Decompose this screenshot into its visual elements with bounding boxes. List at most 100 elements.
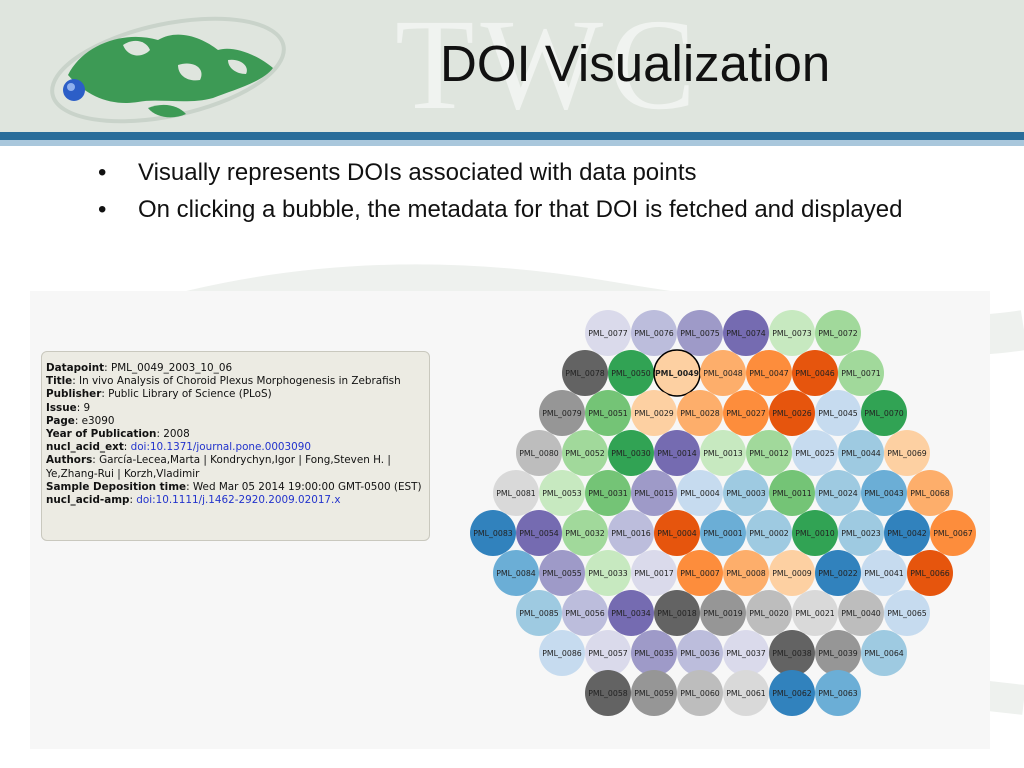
doi-bubble[interactable]: PML_0073 <box>769 310 815 356</box>
doi-bubble[interactable]: PML_0014 <box>654 430 700 476</box>
doi-bubble[interactable]: PML_0052 <box>562 430 608 476</box>
doi-bubble[interactable]: PML_0057 <box>585 630 631 676</box>
doi-bubble[interactable]: PML_0077 <box>585 310 631 356</box>
doi-bubble[interactable]: PML_0008 <box>723 550 769 596</box>
doi-bubble[interactable]: PML_0030 <box>608 430 654 476</box>
doi-bubble-label: PML_0033 <box>588 569 628 578</box>
doi-bubble[interactable]: PML_0018 <box>654 590 700 636</box>
doi-bubble[interactable]: PML_0002 <box>746 510 792 556</box>
doi-bubble-label: PML_0014 <box>657 449 697 458</box>
doi-bubble[interactable]: PML_0003 <box>723 470 769 516</box>
doi-bubble[interactable]: PML_0085 <box>516 590 562 636</box>
doi-bubble[interactable]: PML_0040 <box>838 590 884 636</box>
doi-bubble[interactable]: PML_0004 <box>677 470 723 516</box>
metadata-key: Publisher <box>46 388 102 401</box>
doi-bubble[interactable]: PML_0026 <box>769 390 815 436</box>
doi-bubble[interactable]: PML_0062 <box>769 670 815 716</box>
doi-bubble[interactable]: PML_0036 <box>677 630 723 676</box>
doi-bubble[interactable]: PML_0071 <box>838 350 884 396</box>
doi-bubble[interactable]: PML_0061 <box>723 670 769 716</box>
doi-bubble[interactable]: PML_0010 <box>792 510 838 556</box>
doi-bubble[interactable]: PML_0046 <box>792 350 838 396</box>
doi-bubble[interactable]: PML_0080 <box>516 430 562 476</box>
doi-amp-link[interactable]: doi:10.1111/j.1462-2920.2009.02017.x <box>136 494 340 506</box>
doi-bubble[interactable]: PML_0079 <box>539 390 585 436</box>
doi-bubble[interactable]: PML_0012 <box>746 430 792 476</box>
doi-bubble[interactable]: PML_0074 <box>723 310 769 356</box>
doi-ext-link[interactable]: doi:10.1371/journal.pone.0003090 <box>131 441 311 453</box>
doi-bubble[interactable]: PML_0042 <box>884 510 930 556</box>
doi-bubble[interactable]: PML_0034 <box>608 590 654 636</box>
doi-bubble[interactable]: PML_0045 <box>815 390 861 436</box>
doi-bubble[interactable]: PML_0084 <box>493 550 539 596</box>
doi-bubble[interactable]: PML_0050 <box>608 350 654 396</box>
doi-bubble[interactable]: PML_0032 <box>562 510 608 556</box>
doi-bubble[interactable]: PML_0048 <box>700 350 746 396</box>
doi-bubble[interactable]: PML_0033 <box>585 550 631 596</box>
doi-bubble[interactable]: PML_0063 <box>815 670 861 716</box>
doi-bubble[interactable]: PML_0021 <box>792 590 838 636</box>
doi-bubble[interactable]: PML_0081 <box>493 470 539 516</box>
doi-bubble[interactable]: PML_0075 <box>677 310 723 356</box>
doi-bubble[interactable]: PML_0038 <box>769 630 815 676</box>
doi-bubble[interactable]: PML_0049 <box>653 349 701 397</box>
doi-bubble[interactable]: PML_0023 <box>838 510 884 556</box>
metadata-key: Sample Deposition time <box>46 480 187 493</box>
doi-bubble-label: PML_0053 <box>542 489 582 498</box>
doi-bubble[interactable]: PML_0069 <box>884 430 930 476</box>
doi-bubble[interactable]: PML_0078 <box>562 350 608 396</box>
doi-bubble[interactable]: PML_0060 <box>677 670 723 716</box>
doi-bubble[interactable]: PML_0039 <box>815 630 861 676</box>
doi-bubble[interactable]: PML_0053 <box>539 470 585 516</box>
doi-bubble[interactable]: PML_0019 <box>700 590 746 636</box>
doi-bubble[interactable]: PML_0037 <box>723 630 769 676</box>
doi-bubble[interactable]: PML_0086 <box>539 630 585 676</box>
doi-bubble-label: PML_0086 <box>542 649 582 658</box>
doi-bubble[interactable]: PML_0022 <box>815 550 861 596</box>
metadata-authors-row: Authors: García-Lecea,Marta | Kondrychyn… <box>46 454 391 480</box>
doi-bubble[interactable]: PML_0059 <box>631 670 677 716</box>
metadata-value: 9 <box>83 401 91 414</box>
doi-bubble[interactable]: PML_0017 <box>631 550 677 596</box>
doi-bubble[interactable]: PML_0070 <box>861 390 907 436</box>
doi-bubble[interactable]: PML_0031 <box>585 470 631 516</box>
doi-bubble[interactable]: PML_0068 <box>907 470 953 516</box>
doi-bubble[interactable]: PML_0024 <box>815 470 861 516</box>
doi-bubble[interactable]: PML_0001 <box>700 510 746 556</box>
doi-bubble[interactable]: PML_0028 <box>677 390 723 436</box>
doi-bubble[interactable]: PML_0029 <box>631 390 677 436</box>
doi-bubble-label: PML_0069 <box>887 449 927 458</box>
doi-bubble[interactable]: PML_0011 <box>769 470 815 516</box>
doi-bubble[interactable]: PML_0025 <box>792 430 838 476</box>
doi-bubble[interactable]: PML_0043 <box>861 470 907 516</box>
doi-bubble[interactable]: PML_0067 <box>930 510 976 556</box>
doi-bubble[interactable]: PML_0064 <box>861 630 907 676</box>
doi-bubble[interactable]: PML_0015 <box>631 470 677 516</box>
metadata-value: In vivo Analysis of Choroid Plexus Morph… <box>79 375 401 388</box>
doi-bubble[interactable]: PML_0020 <box>746 590 792 636</box>
doi-bubble[interactable]: PML_0076 <box>631 310 677 356</box>
doi-bubble[interactable]: PML_0058 <box>585 670 631 716</box>
doi-bubble[interactable]: PML_0027 <box>723 390 769 436</box>
doi-bubble[interactable]: PML_0007 <box>677 550 723 596</box>
doi-bubble[interactable]: PML_0065 <box>884 590 930 636</box>
doi-bubble[interactable]: PML_0041 <box>861 550 907 596</box>
doi-bubble[interactable]: PML_0066 <box>907 550 953 596</box>
doi-bubble[interactable]: PML_0054 <box>516 510 562 556</box>
doi-bubble[interactable]: PML_0072 <box>815 310 861 356</box>
doi-bubble[interactable]: PML_0004 <box>654 510 700 556</box>
doi-bubble[interactable]: PML_0083 <box>470 510 516 556</box>
doi-bubble-label: PML_0076 <box>634 329 674 338</box>
doi-bubble[interactable]: PML_0016 <box>608 510 654 556</box>
doi-bubble[interactable]: PML_0013 <box>700 430 746 476</box>
doi-bubble[interactable]: PML_0051 <box>585 390 631 436</box>
doi-bubble[interactable]: PML_0035 <box>631 630 677 676</box>
doi-bubble[interactable]: PML_0056 <box>562 590 608 636</box>
header-divider-band <box>0 132 1024 140</box>
globe-logo-icon <box>50 16 286 124</box>
doi-bubble[interactable]: PML_0055 <box>539 550 585 596</box>
doi-bubble[interactable]: PML_0047 <box>746 350 792 396</box>
doi-bubble-label: PML_0048 <box>703 369 743 378</box>
doi-bubble[interactable]: PML_0009 <box>769 550 815 596</box>
doi-bubble[interactable]: PML_0044 <box>838 430 884 476</box>
